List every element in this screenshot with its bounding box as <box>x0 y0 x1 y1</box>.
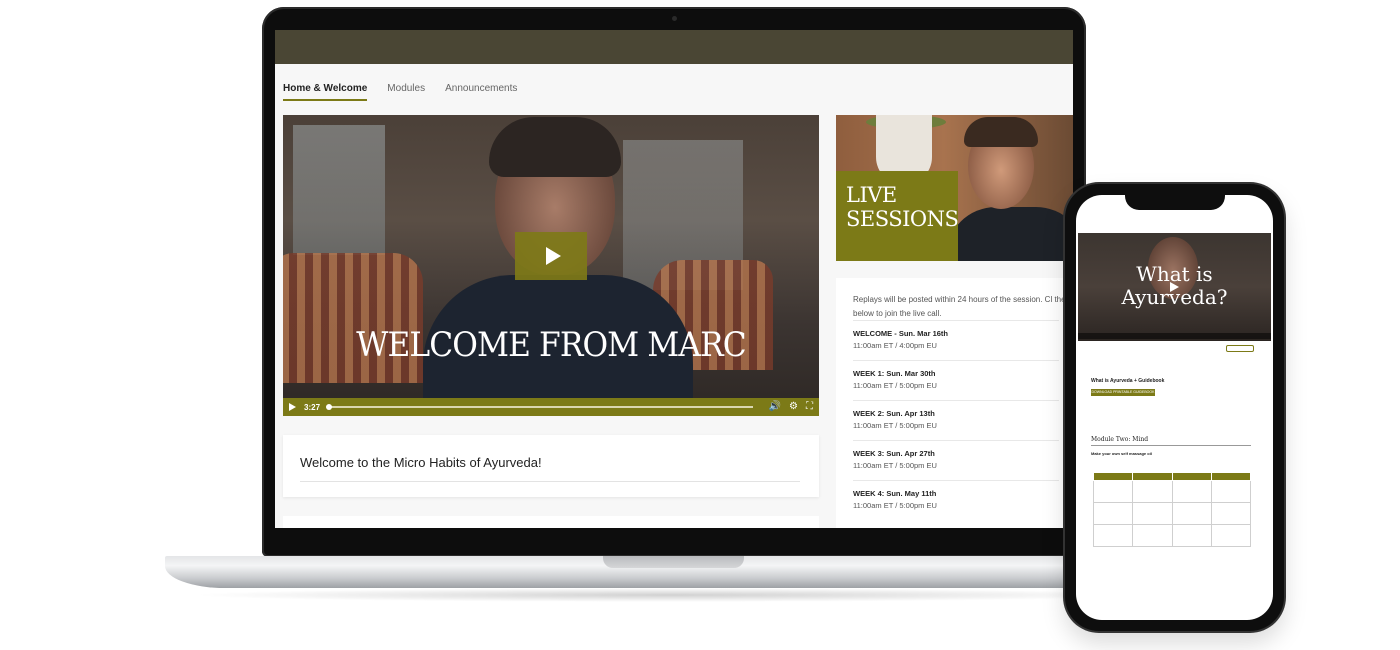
next-lesson-button[interactable] <box>1226 345 1254 352</box>
top-bar <box>275 30 1073 64</box>
volume-icon[interactable]: 🔊 <box>769 402 781 412</box>
session-time: 11:00am ET / 5:00pm EU <box>853 381 937 390</box>
webcam <box>672 16 677 21</box>
banner-person <box>964 117 1038 147</box>
video-scene-window <box>293 125 385 255</box>
download-guidebook-button[interactable]: DOWNLOAD PRINTABLE GUIDEBOOK <box>1091 389 1155 396</box>
video-duration: 3:27 <box>304 402 321 412</box>
session-time: 11:00am ET / 5:00pm EU <box>853 421 937 430</box>
content-card <box>283 516 819 528</box>
video-progress-bar[interactable] <box>326 404 753 410</box>
divider <box>300 481 800 482</box>
table-header <box>1210 472 1252 481</box>
phone-module-subtitle: Make your own self massage oil <box>1091 451 1152 456</box>
session-time: 11:00am ET / 4:00pm EU <box>853 341 937 350</box>
session-title: WEEK 2: Sun. Apr 13th <box>853 409 935 418</box>
laptop-base-notch <box>603 556 744 568</box>
welcome-heading: Welcome to the Micro Habits of Ayurveda! <box>300 455 542 470</box>
table-header <box>1092 472 1134 481</box>
welcome-card: Welcome to the Micro Habits of Ayurveda! <box>283 435 819 497</box>
welcome-video-player[interactable]: WELCOME FROM MARC 3:27 🔊 ⚙ ⛶ <box>283 115 819 416</box>
session-title: WEEK 1: Sun. Mar 30th <box>853 369 936 378</box>
banner-person <box>946 207 1073 261</box>
laptop-screen: Home & Welcome Modules Announcements WEL… <box>275 30 1073 528</box>
phone-lesson-title: What is Ayurveda + Guidebook <box>1091 378 1165 384</box>
play-icon[interactable] <box>289 403 296 411</box>
live-label-line2: SESSIONS <box>846 207 959 231</box>
table-header <box>1132 472 1173 481</box>
video-controls: 3:27 🔊 ⚙ ⛶ <box>283 398 819 416</box>
tab-bar: Home & Welcome Modules Announcements <box>283 83 517 101</box>
phone-lesson-nav <box>1084 345 1264 353</box>
divider <box>1091 445 1251 446</box>
table-cell <box>1171 524 1212 547</box>
phone-notch <box>1125 188 1225 210</box>
sessions-panel: Replays will be posted within 24 hours o… <box>836 278 1073 528</box>
table-cell <box>1171 480 1212 503</box>
session-item: WEEK 4: Sun. May 11th 11:00am ET / 5:00p… <box>853 480 1059 520</box>
phone-module-title: Module Two: Mind <box>1091 436 1149 443</box>
table-cell <box>1171 502 1212 525</box>
table-cell <box>1210 480 1252 503</box>
session-item: WEEK 3: Sun. Apr 27th 11:00am ET / 5:00p… <box>853 440 1059 480</box>
play-icon <box>545 247 561 265</box>
table-header <box>1171 472 1212 481</box>
phone-video-controls[interactable] <box>1078 333 1271 339</box>
video-play-button[interactable] <box>515 232 587 280</box>
table-row <box>1092 524 1252 547</box>
phone-screen: What is Ayurveda? What is Ayurveda + Gui… <box>1076 195 1273 620</box>
phone-video-player[interactable]: What is Ayurveda? <box>1078 233 1271 341</box>
video-scene-person <box>489 117 621 177</box>
video-progress-handle[interactable] <box>326 404 333 410</box>
phone-frame: What is Ayurveda? What is Ayurveda + Gui… <box>1065 184 1284 631</box>
tab-home-welcome[interactable]: Home & Welcome <box>283 83 368 101</box>
session-item: WEEK 1: Sun. Mar 30th 11:00am ET / 5:00p… <box>853 360 1059 400</box>
session-item: WEEK 2: Sun. Apr 13th 11:00am ET / 5:00p… <box>853 400 1059 440</box>
laptop-frame: Home & Welcome Modules Announcements WEL… <box>262 7 1086 557</box>
table-cell <box>1092 480 1134 503</box>
table-cell <box>1092 524 1134 547</box>
table-cell <box>1210 502 1252 525</box>
tab-modules[interactable]: Modules <box>387 83 425 101</box>
table-row <box>1092 502 1252 525</box>
table-row <box>1092 480 1252 503</box>
session-title: WEEK 4: Sun. May 11th <box>853 489 937 498</box>
live-label-line1: LIVE <box>846 183 897 207</box>
tab-announcements[interactable]: Announcements <box>445 83 517 101</box>
session-time: 11:00am ET / 5:00pm EU <box>853 501 937 510</box>
table-cell <box>1132 524 1173 547</box>
table-cell <box>1132 502 1173 525</box>
session-title: WELCOME - Sun. Mar 16th <box>853 329 949 338</box>
session-title: WEEK 3: Sun. Apr 27th <box>853 449 935 458</box>
laptop-shadow <box>190 588 1150 602</box>
gear-icon[interactable]: ⚙ <box>789 402 798 412</box>
live-sessions-label: LIVE SESSIONS <box>836 171 959 261</box>
play-icon[interactable] <box>1170 282 1179 292</box>
table-cell <box>1210 524 1252 547</box>
sessions-note: Replays will be posted within 24 hours o… <box>853 295 1073 318</box>
fullscreen-icon[interactable]: ⛶ <box>806 402 813 412</box>
table-cell <box>1092 502 1134 525</box>
session-time: 11:00am ET / 5:00pm EU <box>853 461 937 470</box>
video-title: WELCOME FROM MARC <box>356 325 746 365</box>
table-cell <box>1132 480 1173 503</box>
session-item: WELCOME - Sun. Mar 16th 11:00am ET / 4:0… <box>853 320 1059 360</box>
live-sessions-banner: LIVE SESSIONS <box>836 115 1073 261</box>
phone-data-table <box>1092 472 1252 547</box>
